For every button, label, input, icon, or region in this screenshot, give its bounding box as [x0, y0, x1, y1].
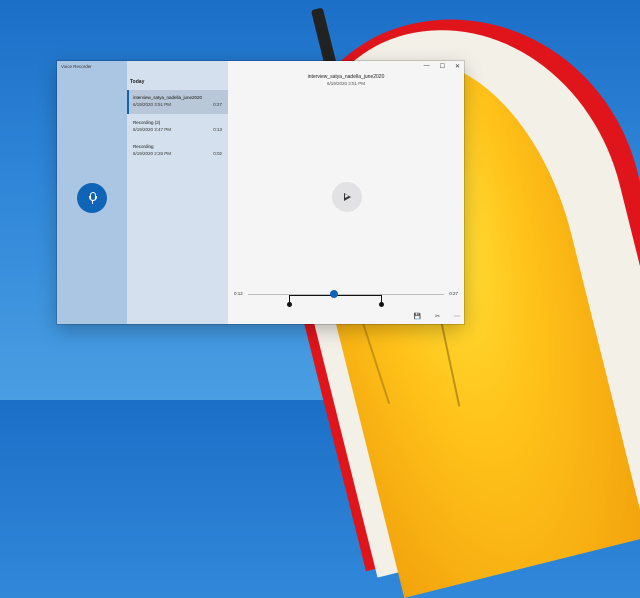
wallpaper-surfboard-stripe: [310, 7, 338, 69]
seek-thumb[interactable]: [330, 290, 339, 298]
left-pane: Voice Recorder: [57, 61, 127, 324]
microphone-icon: [88, 192, 97, 204]
section-header-today: Today: [130, 79, 145, 85]
list-item-recording-3[interactable]: Recording 6/19/2020 2:26 PM 0:02: [127, 139, 228, 163]
trim-icon[interactable]: ✂: [435, 313, 440, 320]
selection-indicator: [127, 90, 129, 114]
current-position: 0:12: [234, 291, 243, 296]
recording-duration: 0:13: [213, 127, 222, 132]
total-length: 0:27: [449, 291, 458, 296]
list-item-recording-1[interactable]: interview_satya_nadella_june2020 6/19/20…: [127, 90, 228, 114]
recordings-list: Today interview_satya_nadella_june2020 6…: [127, 61, 228, 324]
marker-start-handle[interactable]: [287, 302, 292, 307]
play-icon: [343, 192, 351, 201]
play-button[interactable]: [332, 182, 362, 212]
now-playing-title: interview_satya_nadella_june2020: [307, 74, 385, 80]
minimize-button[interactable]: —: [424, 63, 430, 70]
recording-name: Recording: [133, 144, 154, 149]
more-options-icon[interactable]: ⋯: [454, 313, 460, 320]
recording-date: 6/19/2020 3:47 PM: [133, 127, 172, 132]
recording-duration: 0:27: [213, 102, 222, 107]
app-title: Voice Recorder: [61, 64, 92, 69]
voice-recorder-window: Voice Recorder Today interview_satya_nad…: [57, 61, 464, 324]
recording-date: 6/19/2020 3:51 PM: [133, 102, 172, 107]
player-pane: — ☐ ✕ interview_satya_nadella_june2020 6…: [228, 61, 464, 324]
list-item-recording-2[interactable]: Recording (2) 6/19/2020 3:47 PM 0:13: [127, 115, 228, 139]
record-button[interactable]: [77, 183, 107, 213]
recording-date: 6/19/2020 2:26 PM: [133, 151, 172, 156]
bottom-toolbar: 💾 ✂ ⋯: [413, 313, 460, 320]
recording-name: interview_satya_nadella_june2020: [133, 95, 203, 100]
recording-duration: 0:02: [213, 151, 222, 156]
marker-end-handle[interactable]: [379, 302, 384, 307]
now-playing-date: 6/19/2020 3:51 PM: [326, 81, 366, 86]
window-controls: — ☐ ✕: [424, 63, 460, 70]
recording-name: Recording (2): [133, 120, 161, 125]
close-button[interactable]: ✕: [455, 63, 460, 70]
save-icon[interactable]: 💾: [413, 313, 420, 320]
maximize-button[interactable]: ☐: [440, 63, 445, 70]
